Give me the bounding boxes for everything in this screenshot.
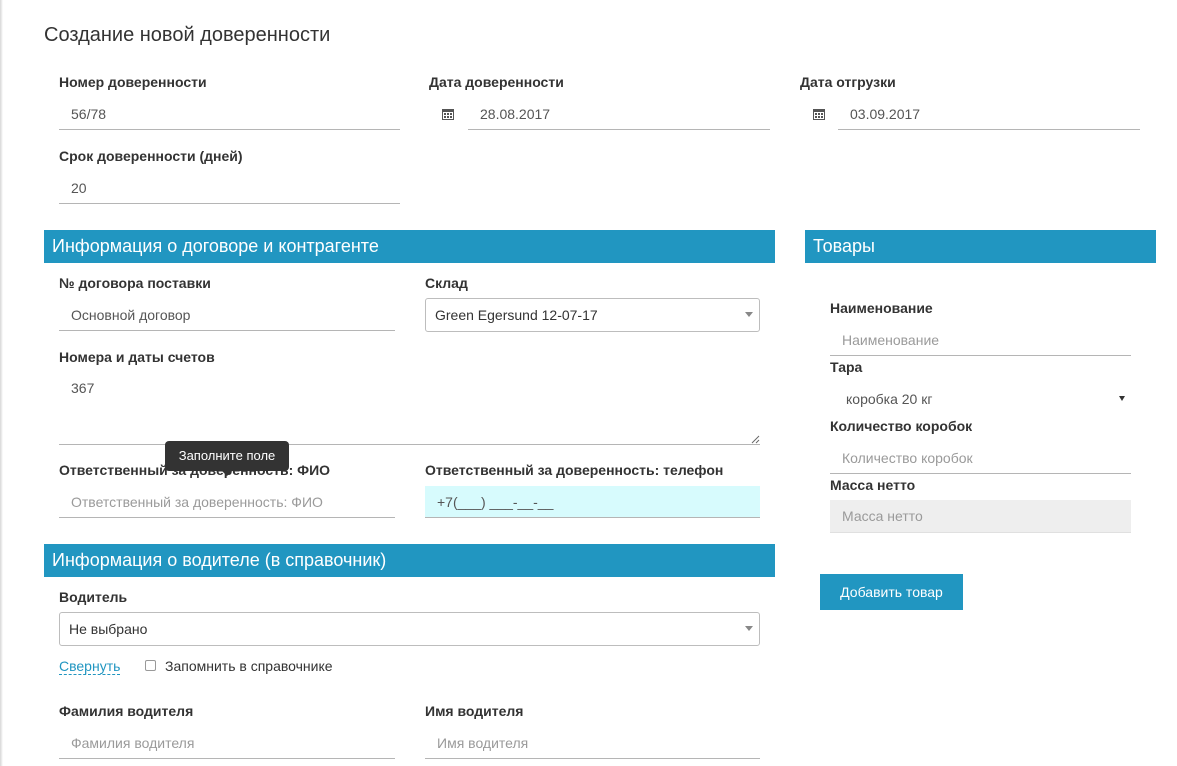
box-count-input[interactable]: Количество коробок [830, 442, 1131, 474]
collapse-link[interactable]: Свернуть [59, 658, 121, 675]
tooltip-arrow [222, 471, 232, 476]
number-input[interactable]: 56/78 [59, 98, 400, 130]
chevron-down-icon [745, 312, 753, 317]
net-weight-input: Масса нетто [830, 500, 1131, 533]
chevron-down-icon [1119, 396, 1125, 401]
responsible-name-input[interactable]: Ответственный за доверенность: ФИО [59, 486, 395, 518]
date-input[interactable]: 28.08.2017 [468, 98, 770, 130]
calendar-icon[interactable] [442, 108, 454, 120]
term-input[interactable]: 20 [59, 172, 400, 204]
warehouse-select[interactable]: Green Egersund 12-07-17 [425, 298, 760, 332]
validation-tooltip: Заполните поле [165, 441, 289, 471]
calendar-icon[interactable] [813, 108, 825, 120]
warehouse-label: Склад [425, 275, 468, 291]
first-name-label: Имя водителя [425, 703, 524, 719]
page: Создание новой доверенности Номер довере… [0, 0, 1177, 766]
goods-name-label: Наименование [830, 300, 933, 316]
page-title: Создание новой доверенности [44, 24, 331, 46]
driver-label: Водитель [59, 589, 128, 605]
goods-section-header: Товары [805, 230, 1156, 263]
last-name-input[interactable]: Фамилия водителя [59, 727, 395, 759]
net-weight-label: Масса нетто [830, 477, 916, 493]
remember-label: Запомнить в справочнике [165, 658, 333, 674]
left-shadow [0, 0, 3, 766]
invoices-textarea[interactable]: 367 [59, 374, 760, 445]
add-goods-button[interactable]: Добавить товар [820, 574, 963, 610]
number-label: Номер доверенности [59, 74, 207, 90]
contract-label: № договора поставки [59, 275, 211, 291]
driver-select[interactable]: Не выбрано [59, 612, 760, 646]
shipment-date-label: Дата отгрузки [800, 74, 896, 90]
responsible-phone-input[interactable]: +7(___) ___-__-__ [425, 486, 760, 518]
package-label: Тара [830, 359, 863, 375]
goods-name-input[interactable]: Наименование [830, 324, 1131, 356]
term-label: Срок доверенности (дней) [59, 148, 243, 164]
last-name-label: Фамилия водителя [59, 703, 194, 719]
contract-input[interactable]: Основной договор [59, 299, 395, 331]
package-select[interactable]: коробка 20 кг [830, 383, 1131, 415]
resize-grip-icon[interactable] [750, 434, 760, 444]
remember-checkbox[interactable] [145, 660, 156, 671]
invoices-label: Номера и даты счетов [59, 349, 215, 365]
contract-section-header: Информация о договоре и контрагенте [44, 230, 775, 263]
date-label: Дата доверенности [429, 74, 564, 90]
driver-section-header: Информация о водителе (в справочник) [44, 544, 775, 577]
shipment-date-input[interactable]: 03.09.2017 [838, 98, 1140, 130]
first-name-input[interactable]: Имя водителя [425, 727, 760, 759]
box-count-label: Количество коробок [830, 418, 973, 434]
chevron-down-icon [745, 626, 753, 631]
responsible-phone-label: Ответственный за доверенность: телефон [425, 462, 724, 478]
